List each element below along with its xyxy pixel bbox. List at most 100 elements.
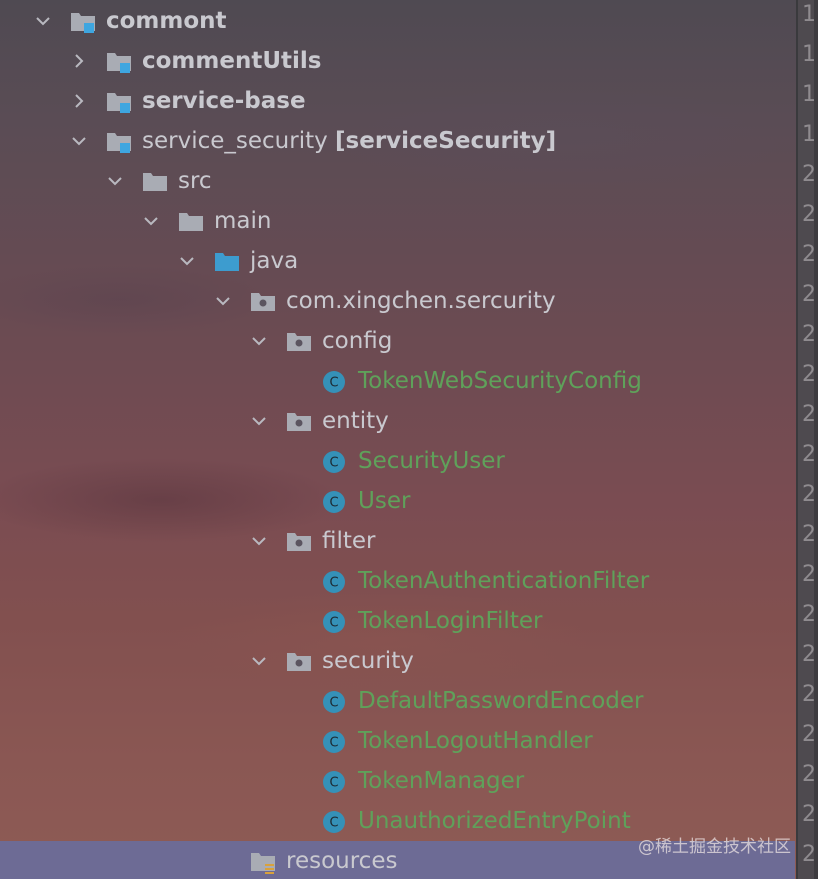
package-icon: [286, 330, 312, 352]
java-class-icon: C: [322, 810, 348, 833]
tree-row-text: service_security: [142, 128, 336, 154]
tree-row-label: commentUtils: [142, 47, 321, 75]
tree-row-commentutils[interactable]: commentUtils: [0, 41, 795, 81]
tree-row-src[interactable]: src: [0, 161, 795, 201]
tree-row-label: TokenLogoutHandler: [358, 727, 593, 755]
tree-row-tokenloginfilter[interactable]: C TokenLoginFilter: [0, 601, 795, 641]
tree-row-label: config: [322, 327, 392, 355]
package-icon: [286, 530, 312, 552]
tree-row-securityuser[interactable]: C SecurityUser: [0, 441, 795, 481]
tree-row-text: resources: [286, 848, 398, 874]
tree-row-text: UnauthorizedEntryPoint: [358, 808, 631, 834]
tree-row-text: java: [250, 248, 299, 274]
tree-row-text: TokenLogoutHandler: [358, 728, 593, 754]
module-folder-icon: [106, 50, 132, 73]
gutter-edge: [814, 0, 818, 879]
tree-row-defaultpasswordencoder[interactable]: C DefaultPasswordEncoder: [0, 681, 795, 721]
tree-row-text: commentUtils: [142, 48, 322, 74]
java-class-icon: C: [322, 370, 348, 393]
chevron-down-icon[interactable]: [252, 414, 266, 428]
tree-row-text: SecurityUser: [358, 448, 505, 474]
module-name-suffix: [serviceSecurity]: [335, 128, 557, 154]
tree-row-entity[interactable]: entity: [0, 401, 795, 441]
chevron-right-icon[interactable]: [72, 54, 86, 68]
tree-row-label: service-base: [142, 87, 306, 115]
tree-row-text: security: [322, 648, 414, 674]
folder-icon: [142, 170, 168, 192]
tree-row-label: UnauthorizedEntryPoint: [358, 807, 631, 835]
tree-row-label: entity: [322, 407, 389, 435]
tree-row-label: User: [358, 487, 410, 515]
tree-row-text: TokenLoginFilter: [358, 608, 543, 634]
tree-row-label: TokenAuthenticationFilter: [358, 567, 649, 595]
chevron-down-icon[interactable]: [216, 294, 230, 308]
chevron-right-icon[interactable]: [72, 94, 86, 108]
chevron-down-icon[interactable]: [36, 14, 50, 28]
tree-row-label: filter: [322, 527, 376, 555]
tree-row-label: DefaultPasswordEncoder: [358, 687, 644, 715]
tree-row-text: entity: [322, 408, 389, 434]
chevron-down-icon[interactable]: [144, 214, 158, 228]
tree-row-label: src: [178, 167, 212, 195]
java-class-icon: C: [322, 770, 348, 793]
tree-row-java[interactable]: java: [0, 241, 795, 281]
tree-row-label: SecurityUser: [358, 447, 505, 475]
tree-row-label: resources: [286, 847, 397, 875]
folder-icon: [178, 210, 204, 232]
java-class-icon: C: [322, 730, 348, 753]
tree-row-text: com.xingchen.sercurity: [286, 288, 556, 314]
svg-text:C: C: [329, 576, 338, 591]
tree-row-service-security[interactable]: service_security [serviceSecurity]: [0, 121, 795, 161]
chevron-down-icon[interactable]: [72, 134, 86, 148]
tree-row-label: security: [322, 647, 414, 675]
tree-row-text: main: [214, 208, 272, 234]
tree-row-text: src: [178, 168, 212, 194]
tree-row-label: TokenManager: [358, 767, 524, 795]
svg-text:C: C: [329, 776, 338, 791]
tree-row-tokenauthenticationfilter[interactable]: C TokenAuthenticationFilter: [0, 561, 795, 601]
watermark: @稀土掘金技术社区: [638, 837, 791, 857]
svg-text:C: C: [329, 456, 338, 471]
package-icon: [286, 650, 312, 672]
tree-row-commont[interactable]: commont: [0, 1, 795, 41]
svg-text:C: C: [329, 816, 338, 831]
tree-row-label: java: [250, 247, 298, 275]
tree-row-label: TokenWebSecurityConfig: [358, 367, 642, 395]
tree-row-tokenwebsecurityconfig[interactable]: C TokenWebSecurityConfig: [0, 361, 795, 401]
chevron-down-icon[interactable]: [108, 174, 122, 188]
svg-text:C: C: [329, 736, 338, 751]
tree-row-tokenlogouthandler[interactable]: C TokenLogoutHandler: [0, 721, 795, 761]
chevron-down-icon[interactable]: [252, 534, 266, 548]
tree-row-text: TokenWebSecurityConfig: [358, 368, 642, 394]
tree-row-package-root[interactable]: com.xingchen.sercurity: [0, 281, 795, 321]
tree-row-config[interactable]: config: [0, 321, 795, 361]
tree-row-filter[interactable]: filter: [0, 521, 795, 561]
chevron-down-icon[interactable]: [180, 254, 194, 268]
tree-row-security[interactable]: security: [0, 641, 795, 681]
package-icon: [286, 410, 312, 432]
module-folder-icon: [106, 130, 132, 153]
tree-row-main[interactable]: main: [0, 201, 795, 241]
tree-row-label: TokenLoginFilter: [358, 607, 542, 635]
module-folder-icon: [70, 10, 96, 33]
java-class-icon: C: [322, 610, 348, 633]
module-folder-icon: [106, 90, 132, 113]
tree-row-text: service-base: [142, 88, 306, 114]
tree-row-service-base[interactable]: service-base: [0, 81, 795, 121]
tree-row-label: main: [214, 207, 271, 235]
svg-text:C: C: [329, 616, 338, 631]
package-icon: [250, 290, 276, 312]
svg-text:C: C: [329, 696, 338, 711]
tree-row-label: commont: [106, 7, 227, 35]
tree-row-user[interactable]: C User: [0, 481, 795, 521]
tree-row-text: commont: [106, 8, 227, 34]
tree-row-tokenmanager[interactable]: C TokenManager: [0, 761, 795, 801]
chevron-down-icon[interactable]: [252, 654, 266, 668]
java-class-icon: C: [322, 490, 348, 513]
chevron-down-icon[interactable]: [252, 334, 266, 348]
tree-row-text: TokenManager: [358, 768, 525, 794]
tree-row-text: TokenAuthenticationFilter: [358, 568, 650, 594]
tree-row-label: com.xingchen.sercurity: [286, 287, 556, 315]
tree-row-label: service_security [serviceSecurity]: [142, 127, 556, 155]
tree-row-text: filter: [322, 528, 376, 554]
